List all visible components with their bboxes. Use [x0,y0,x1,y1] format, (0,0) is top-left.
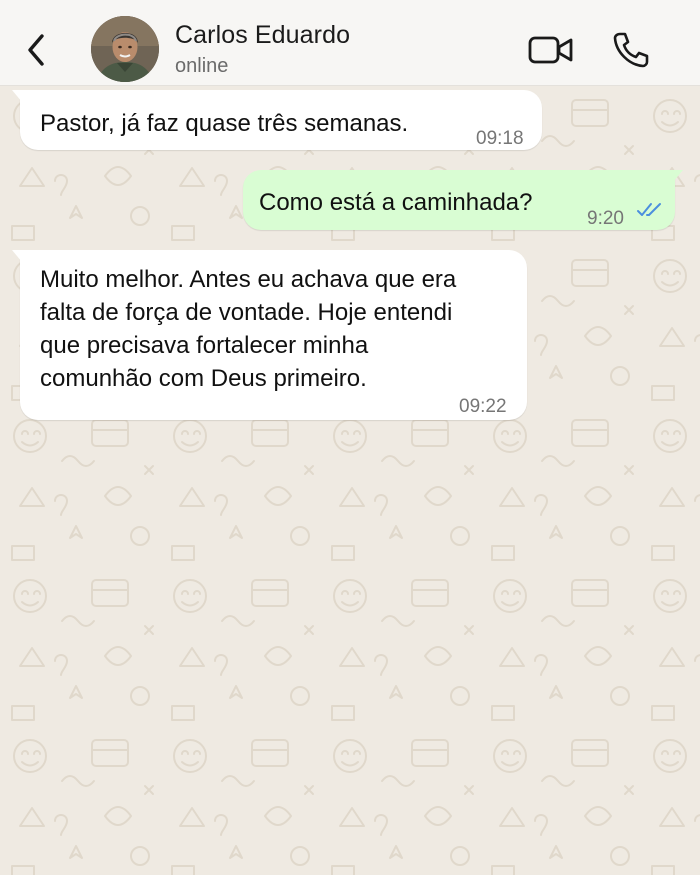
avatar[interactable] [91,16,159,82]
video-call-button[interactable] [528,33,574,67]
message-line: comunhão com Deus primeiro. [40,365,367,392]
bubble-tail [673,170,683,182]
message-bubble-incoming[interactable]: Muito melhor. Antes eu achava que era fa… [12,250,527,420]
chat-area[interactable]: Pastor, já faz quase três semanas. 09:18… [0,86,700,875]
message-time: 09:18 [476,128,524,149]
message-bubble-outgoing[interactable]: Como está a caminhada? 9:20 [243,170,683,230]
message-line: que precisava fortalecer minha [40,332,369,359]
avatar-photo [91,16,159,82]
chat-header: Carlos Eduardo online [0,0,700,86]
contact-status: online [175,55,229,77]
message-line: falta de força de vontade. Hoje entendi [40,299,453,326]
video-camera-icon [528,36,573,64]
double-check-icon [637,203,661,216]
bubble-tail [12,90,22,102]
message-text: Pastor, já faz quase três semanas. [40,110,409,137]
message-time: 9:20 [587,208,624,229]
back-button[interactable] [20,30,52,70]
message-time: 09:22 [459,396,507,417]
message-text: Muito melhor. Antes eu achava que era fa… [40,263,456,395]
chevron-left-icon [28,34,44,66]
message-line: Muito melhor. Antes eu achava que era [40,266,457,293]
voice-call-button[interactable] [611,31,651,69]
message-text: Como está a caminhada? [259,189,533,216]
message-bubble-incoming[interactable]: Pastor, já faz quase três semanas. 09:18 [12,90,542,150]
contact-name[interactable]: Carlos Eduardo [175,21,350,50]
bubble-tail [12,250,22,262]
phone-icon [613,32,649,68]
